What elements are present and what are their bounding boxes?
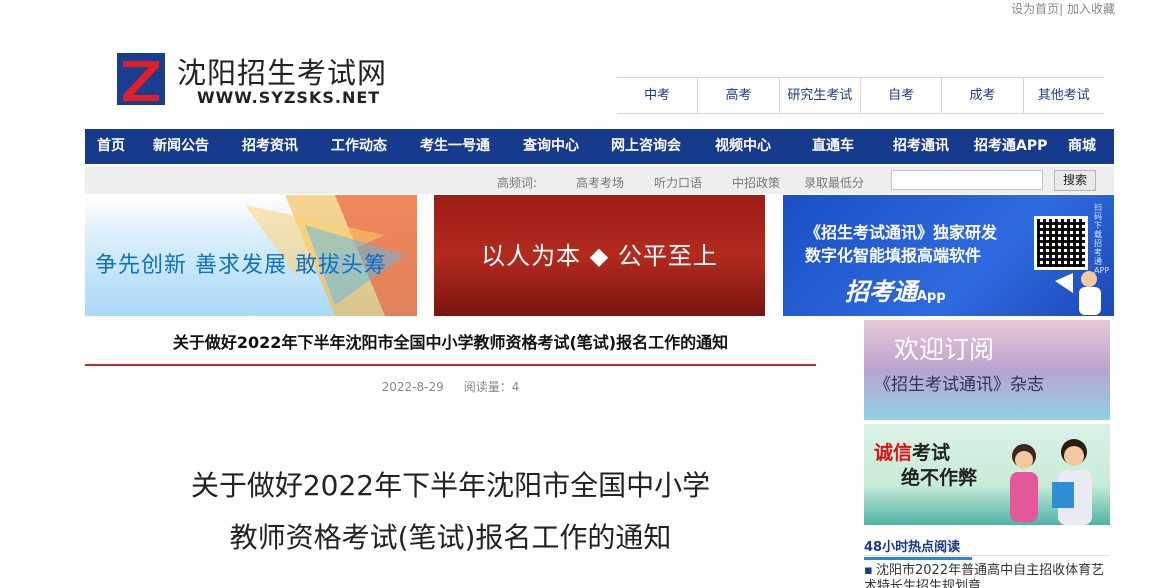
article-date: 2022-8-29 bbox=[381, 380, 444, 394]
integrity-ad-title: 诚信考试 bbox=[874, 442, 951, 464]
hot-keyword-link[interactable]: 中招政策 bbox=[732, 174, 780, 191]
category-graduate[interactable]: 研究生考试 bbox=[780, 78, 861, 113]
article-heading: 关于做好2022年下半年沈阳市全国中小学 教师资格考试(笔试)报名工作的通知 bbox=[85, 460, 816, 564]
logo-title: 沈阳招生考试网 bbox=[177, 56, 388, 90]
category-adult[interactable]: 成考 bbox=[942, 78, 1024, 113]
banner-app-name: 招考通App bbox=[845, 278, 946, 306]
banner-app[interactable]: 《招生考试通讯》独家研发 数字化智能填报高端软件 招考通App 扫码下载招考通A… bbox=[783, 195, 1114, 316]
banner-fairness[interactable]: 以人为本 ◆ 公平至上 bbox=[434, 195, 765, 316]
nav-online-consult[interactable]: 网上咨询会 bbox=[611, 129, 681, 164]
hot-reading-title: 48小时热点阅读 bbox=[864, 536, 973, 560]
hot-keyword-link[interactable]: 听力口语 bbox=[654, 174, 702, 191]
logo-url: WWW.SYZSKS.NET bbox=[197, 88, 381, 107]
megaphone-person-icon bbox=[1055, 271, 1101, 315]
category-gaokao[interactable]: 高考 bbox=[698, 78, 780, 113]
banner-slogan[interactable]: 争先创新 善求发展 敢拔头筹 bbox=[85, 195, 417, 316]
subscribe-ad-title: 欢迎订阅 bbox=[894, 335, 995, 364]
hot-keyword-link[interactable]: 高考考场 bbox=[576, 174, 624, 191]
nav-app[interactable]: 招考通APP bbox=[974, 129, 1047, 164]
banner-slogan-text: 争先创新 善求发展 敢拔头筹 bbox=[95, 253, 387, 278]
main-nav: 首页 新闻公告 招考资讯 工作动态 考生一号通 查询中心 网上咨询会 视频中心 … bbox=[85, 129, 1114, 164]
bullet-icon: ▪ bbox=[864, 563, 873, 578]
banner-fairness-text: 以人为本 ◆ 公平至上 bbox=[481, 242, 718, 270]
category-other[interactable]: 其他考试 bbox=[1024, 78, 1104, 113]
nav-news[interactable]: 新闻公告 bbox=[153, 129, 209, 164]
nav-video-center[interactable]: 视频中心 bbox=[715, 129, 771, 164]
subscribe-ad-subtitle: 《招生考试通讯》杂志 bbox=[874, 375, 1044, 395]
integrity-ad[interactable]: 诚信考试 绝不作弊 bbox=[864, 424, 1110, 525]
students-illustration-icon bbox=[1010, 439, 1092, 525]
hot-keyword-link[interactable]: 录取最低分 bbox=[804, 174, 864, 191]
category-self-study[interactable]: 自考 bbox=[861, 78, 943, 113]
hot-keywords-label: 高频词: bbox=[497, 176, 538, 190]
search-bar: 高频词: 高考考场 听力口语 中招政策 录取最低分 搜索 bbox=[85, 166, 1114, 194]
banner-app-line2: 数字化智能填报高端软件 bbox=[805, 246, 982, 265]
article-read-count: 阅读量：4 bbox=[463, 380, 520, 394]
add-favorite-link[interactable]: 加入收藏 bbox=[1067, 2, 1115, 16]
article-title: 关于做好2022年下半年沈阳市全国中小学教师资格考试(笔试)报名工作的通知 bbox=[85, 320, 816, 366]
banner-app-scan-text: 扫码下载招考通APP bbox=[1094, 203, 1110, 275]
banner-app-line1: 《招生考试通讯》独家研发 bbox=[805, 223, 998, 242]
category-zhongkao[interactable]: 中考 bbox=[617, 78, 699, 113]
hot-reading-header: 48小时热点阅读 bbox=[864, 536, 1110, 560]
top-links-separator: | bbox=[1059, 2, 1064, 16]
logo-z-icon bbox=[117, 53, 165, 105]
nav-exam-info[interactable]: 招考资讯 bbox=[242, 129, 298, 164]
article-heading-line: 教师资格考试(笔试)报名工作的通知 bbox=[229, 521, 672, 554]
nav-home[interactable]: 首页 bbox=[97, 129, 125, 164]
nav-newsletter[interactable]: 招考通讯 bbox=[893, 129, 949, 164]
set-home-link[interactable]: 设为首页 bbox=[1011, 2, 1059, 16]
search-input[interactable] bbox=[891, 170, 1043, 190]
qr-code-icon bbox=[1034, 216, 1088, 270]
category-tabs: 中考 高考 研究生考试 自考 成考 其他考试 bbox=[617, 77, 1104, 114]
subscribe-ad[interactable]: 欢迎订阅 《招生考试通讯》杂志 bbox=[864, 320, 1110, 420]
article-meta: 2022-8-29 阅读量：4 bbox=[85, 378, 816, 395]
nav-student-pass[interactable]: 考生一号通 bbox=[420, 129, 490, 164]
hot-reading-item[interactable]: ▪ 沈阳市2022年普通高中自主招收体育艺术特长生招生规划章 bbox=[864, 563, 1110, 588]
article-heading-line: 关于做好2022年下半年沈阳市全国中小学 bbox=[190, 469, 711, 502]
site-logo[interactable]: 沈阳招生考试网 WWW.SYZSKS.NET bbox=[117, 50, 397, 110]
nav-work-updates[interactable]: 工作动态 bbox=[331, 129, 387, 164]
search-button[interactable]: 搜索 bbox=[1054, 170, 1096, 191]
integrity-ad-subtitle: 绝不作弊 bbox=[901, 467, 978, 489]
top-links: 设为首页| 加入收藏 bbox=[1011, 0, 1115, 17]
nav-query-center[interactable]: 查询中心 bbox=[523, 129, 579, 164]
nav-shop[interactable]: 商城 bbox=[1068, 129, 1096, 164]
nav-express[interactable]: 直通车 bbox=[812, 129, 854, 164]
